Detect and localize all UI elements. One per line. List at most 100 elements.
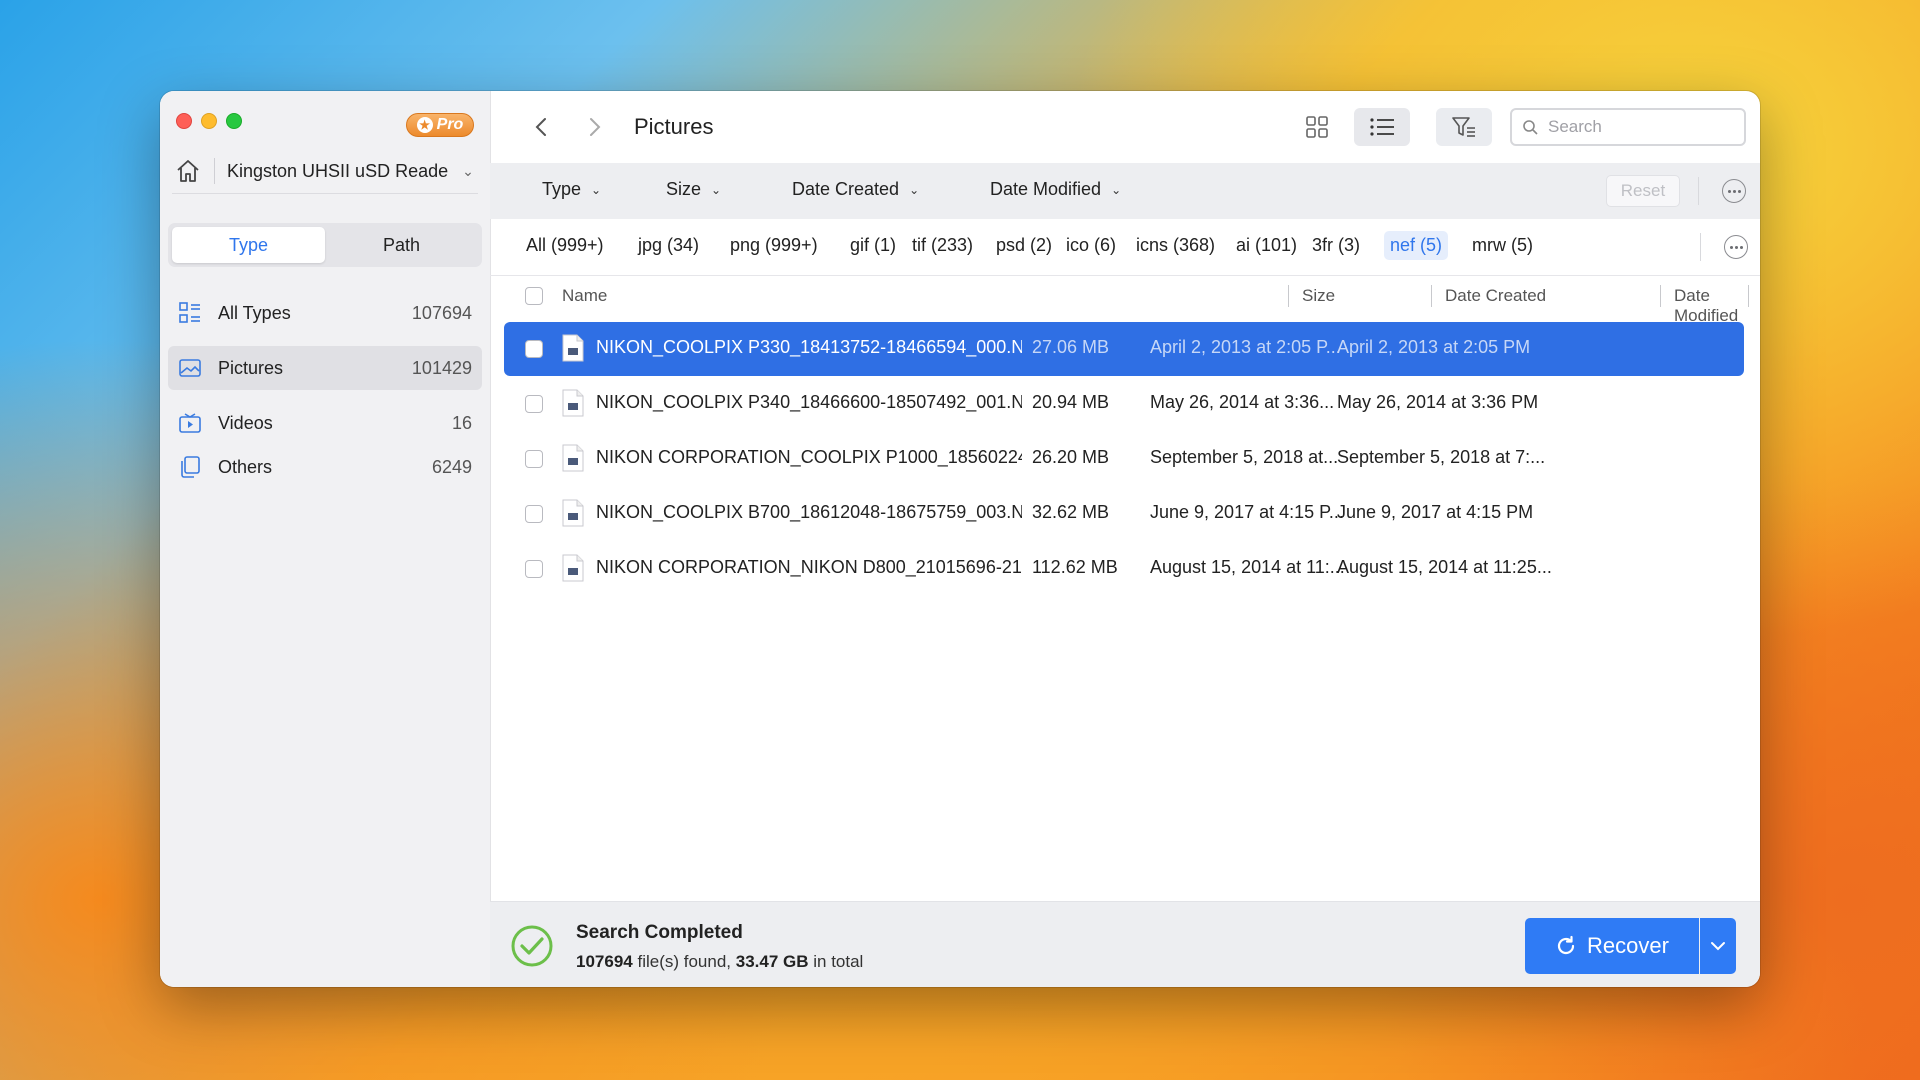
home-icon[interactable] <box>172 155 204 187</box>
row-checkbox[interactable] <box>525 560 543 578</box>
column-divider[interactable] <box>1431 285 1432 307</box>
extension-chip-nef[interactable]: nef (5) <box>1384 231 1449 260</box>
row-checkbox[interactable] <box>525 450 543 468</box>
extension-chip-all[interactable]: All (999+) <box>520 231 610 260</box>
sidebar-item-others[interactable]: Others 6249 <box>168 445 482 489</box>
dropdown-label: Size <box>666 179 702 199</box>
forward-button[interactable] <box>580 112 610 142</box>
table-row[interactable]: NIKON_COOLPIX B700_18612048-18675759_003… <box>504 487 1744 541</box>
column-header-name[interactable]: Name <box>562 286 607 306</box>
extension-chip-tif[interactable]: tif (233) <box>906 231 979 260</box>
column-divider[interactable] <box>1748 285 1749 307</box>
close-window-button[interactable] <box>176 113 192 129</box>
sidebar-item-videos[interactable]: Videos 16 <box>168 401 482 445</box>
total-suffix: in total <box>813 952 864 971</box>
grid-icon <box>1306 116 1328 138</box>
page-title: Pictures <box>634 114 714 139</box>
date-modified-filter-dropdown[interactable]: Date Modified ⌄ <box>990 179 1121 200</box>
window-controls <box>176 113 242 129</box>
select-all-checkbox[interactable] <box>525 287 543 305</box>
status-title: Search Completed <box>576 922 743 943</box>
extension-chip-ai[interactable]: ai (101) <box>1230 231 1303 260</box>
filter-icon <box>1452 117 1475 137</box>
column-divider[interactable] <box>1288 285 1289 307</box>
back-button[interactable] <box>526 112 556 142</box>
sidebar-item-pictures[interactable]: Pictures 101429 <box>168 346 482 390</box>
extension-chip-gif[interactable]: gif (1) <box>844 231 902 260</box>
chevron-down-icon <box>1711 942 1725 951</box>
more-options-icon[interactable] <box>1722 179 1746 203</box>
type-path-segmented-control: Type Path <box>168 223 482 267</box>
file-size: 32.62 MB <box>1032 502 1110 522</box>
date-created: April 2, 2013 at 2:05 P... <box>1150 337 1341 357</box>
date-modified: May 26, 2014 at 3:36 PM <box>1337 392 1539 412</box>
column-header-date-created[interactable]: Date Created <box>1445 286 1546 306</box>
chevron-down-icon[interactable]: ⌄ <box>458 163 478 180</box>
extension-chip-png[interactable]: png (999+) <box>724 231 824 260</box>
chevron-down-icon: ⌄ <box>711 182 722 197</box>
more-options-icon[interactable] <box>1724 235 1748 259</box>
dropdown-label: Date Modified <box>990 179 1102 199</box>
recover-button[interactable]: Recover <box>1525 918 1699 974</box>
search-input[interactable] <box>1546 116 1730 138</box>
file-icon <box>562 334 584 362</box>
search-field[interactable] <box>1510 108 1746 146</box>
column-header-size[interactable]: Size <box>1302 286 1335 306</box>
category-count: 16 <box>451 412 472 433</box>
type-filter-dropdown[interactable]: Type ⌄ <box>542 179 601 200</box>
search-icon <box>1523 120 1538 135</box>
minimize-window-button[interactable] <box>201 113 217 129</box>
extension-chip-psd[interactable]: psd (2) <box>990 231 1058 260</box>
divider <box>1700 233 1701 261</box>
dropdown-label: Type <box>542 179 582 199</box>
star-icon: ★ <box>416 117 433 133</box>
date-created: August 15, 2014 at 11:... <box>1150 557 1345 577</box>
divider <box>214 158 215 184</box>
recover-options-button[interactable] <box>1700 918 1736 974</box>
list-view-button[interactable] <box>1354 108 1410 146</box>
list-icon <box>1370 118 1394 136</box>
date-created-filter-dropdown[interactable]: Date Created ⌄ <box>792 179 919 200</box>
files-suffix: file(s) found, <box>637 952 732 971</box>
file-count: 107694 <box>576 952 633 971</box>
sidebar: ★ Pro Kingston UHSII uSD Reade ⌄ Type Pa… <box>160 91 491 987</box>
table-row[interactable]: NIKON CORPORATION_COOLPIX P1000_18560224… <box>504 432 1744 486</box>
row-checkbox[interactable] <box>525 340 543 358</box>
date-created: May 26, 2014 at 3:36... <box>1150 392 1335 412</box>
tab-path[interactable]: Path <box>325 227 478 263</box>
table-row[interactable]: NIKON_COOLPIX P340_18466600-18507492_001… <box>504 377 1744 431</box>
file-icon <box>562 389 584 417</box>
filter-button[interactable] <box>1436 108 1492 146</box>
file-name: NIKON CORPORATION_COOLPIX P1000_18560224… <box>596 447 1022 467</box>
extension-chip-jpg[interactable]: jpg (34) <box>632 231 705 260</box>
table-row[interactable]: NIKON_COOLPIX P330_18413752-18466594_000… <box>504 322 1744 376</box>
extension-chip-mrw[interactable]: mrw (5) <box>1466 231 1539 260</box>
drive-selector[interactable]: Kingston UHSII uSD Reade ⌄ <box>172 149 478 194</box>
tab-type[interactable]: Type <box>172 227 325 263</box>
category-label: Pictures <box>218 357 284 378</box>
row-checkbox[interactable] <box>525 505 543 523</box>
date-modified: April 2, 2013 at 2:05 PM <box>1337 337 1531 357</box>
row-checkbox[interactable] <box>525 395 543 413</box>
category-label: Videos <box>218 412 273 433</box>
recover-label: Recover <box>1587 933 1669 958</box>
chevron-down-icon: ⌄ <box>1111 182 1122 197</box>
zoom-window-button[interactable] <box>226 113 242 129</box>
extension-chip-icns[interactable]: icns (368) <box>1130 231 1221 260</box>
file-size: 27.06 MB <box>1032 337 1110 357</box>
grid-view-button[interactable] <box>1290 108 1344 146</box>
date-created: September 5, 2018 at... <box>1150 447 1339 467</box>
status-bar: Search Completed 107694 file(s) found, 3… <box>490 901 1760 987</box>
column-divider[interactable] <box>1660 285 1661 307</box>
file-name: NIKON_COOLPIX B700_18612048-18675759_003… <box>596 502 1022 522</box>
extension-chip-ico[interactable]: ico (6) <box>1060 231 1122 260</box>
sidebar-item-all-types[interactable]: All Types 107694 <box>168 291 482 335</box>
table-row[interactable]: NIKON CORPORATION_NIKON D800_21015696-21… <box>504 542 1744 596</box>
extension-chip-3fr[interactable]: 3fr (3) <box>1306 231 1366 260</box>
category-count: 101429 <box>411 357 472 378</box>
size-filter-dropdown[interactable]: Size ⌄ <box>666 179 721 200</box>
file-icon <box>562 554 584 582</box>
category-label: All Types <box>218 302 291 323</box>
reset-button[interactable]: Reset <box>1606 175 1680 207</box>
pro-badge[interactable]: ★ Pro <box>406 113 474 137</box>
